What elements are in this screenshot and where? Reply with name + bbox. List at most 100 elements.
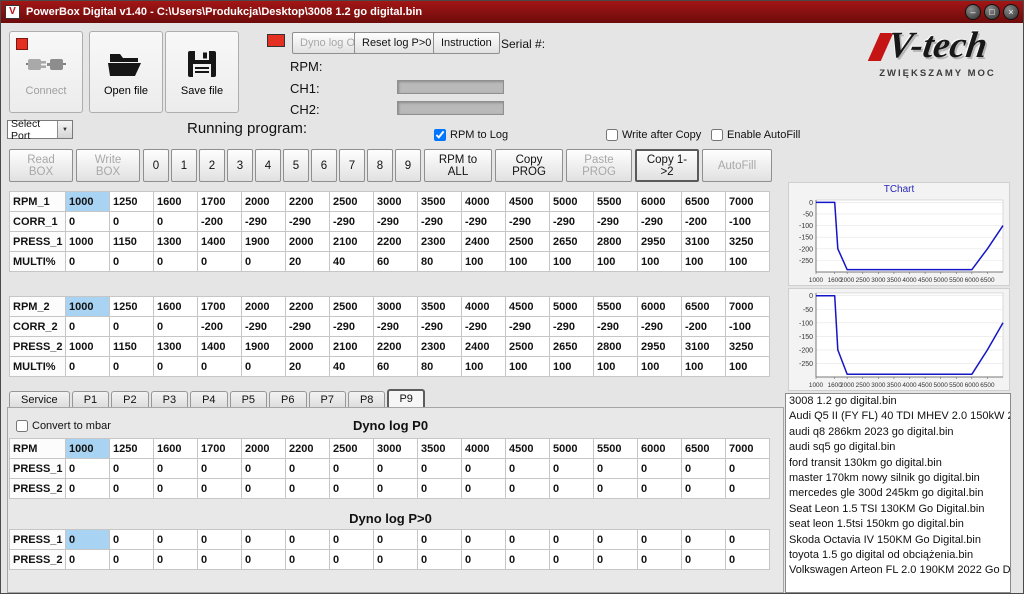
paste-prog-button[interactable]: Paste PROG — [566, 149, 632, 182]
grid-cell[interactable]: 2000 — [242, 439, 286, 459]
grid-cell[interactable]: 5500 — [594, 297, 638, 317]
grid-cell[interactable]: 7000 — [726, 439, 770, 459]
grid-cell[interactable]: 0 — [154, 530, 198, 550]
grid-cell[interactable]: 0 — [638, 530, 682, 550]
grid-cell[interactable]: 0 — [66, 550, 110, 570]
grid-cell[interactable]: 6000 — [638, 192, 682, 212]
grid-cell[interactable]: 2500 — [330, 192, 374, 212]
grid-cell[interactable]: 1250 — [110, 439, 154, 459]
grid-cell[interactable]: 100 — [462, 357, 506, 377]
grid-cell[interactable]: 1300 — [154, 337, 198, 357]
grid-cell[interactable]: 0 — [726, 479, 770, 499]
grid-cell[interactable]: 0 — [550, 550, 594, 570]
grid-cell[interactable]: -290 — [286, 212, 330, 232]
grid-cell[interactable]: 100 — [726, 357, 770, 377]
grid-cell[interactable]: 0 — [550, 459, 594, 479]
file-list-item[interactable]: Skoda Octavia IV 150KM Go Digital.bin — [786, 533, 1010, 548]
grid-cell[interactable]: -290 — [506, 317, 550, 337]
grid-cell[interactable]: 2650 — [550, 232, 594, 252]
grid-cell[interactable]: 1000 — [66, 192, 110, 212]
grid-cell[interactable]: 0 — [198, 357, 242, 377]
grid-cell[interactable]: 0 — [110, 357, 154, 377]
digit-button-0[interactable]: 0 — [143, 149, 169, 182]
grid-cell[interactable]: 2000 — [242, 192, 286, 212]
grid-cell[interactable]: 0 — [66, 459, 110, 479]
grid-cell[interactable]: 2100 — [330, 232, 374, 252]
grid-cell[interactable]: 4500 — [506, 297, 550, 317]
grid-cell[interactable]: 1000 — [66, 439, 110, 459]
grid-cell[interactable]: 0 — [242, 252, 286, 272]
grid-cell[interactable]: 2200 — [286, 192, 330, 212]
copy-1-to-2-button[interactable]: Copy 1->2 — [635, 149, 699, 182]
grid-cell[interactable]: 1250 — [110, 192, 154, 212]
grid-cell[interactable]: 5000 — [550, 192, 594, 212]
grid-cell[interactable]: 20 — [286, 252, 330, 272]
grid-cell[interactable]: -290 — [374, 317, 418, 337]
grid-cell[interactable]: 0 — [726, 459, 770, 479]
grid-cell[interactable]: 2500 — [330, 439, 374, 459]
grid-cell[interactable]: 6500 — [682, 192, 726, 212]
grid-cell[interactable]: 0 — [110, 459, 154, 479]
grid-cell[interactable]: 100 — [682, 357, 726, 377]
write-after-copy-checkbox[interactable] — [606, 129, 618, 141]
grid-cell[interactable]: 40 — [330, 252, 374, 272]
grid-cell[interactable]: 0 — [374, 479, 418, 499]
digit-button-7[interactable]: 7 — [339, 149, 365, 182]
grid-cell[interactable]: 0 — [462, 459, 506, 479]
grid-cell[interactable]: 5500 — [594, 439, 638, 459]
grid-cell[interactable]: -290 — [418, 317, 462, 337]
grid-cell[interactable]: 0 — [286, 530, 330, 550]
grid-cell[interactable]: 100 — [638, 357, 682, 377]
grid-cell[interactable]: 2500 — [506, 232, 550, 252]
digit-button-1[interactable]: 1 — [171, 149, 197, 182]
grid-cell[interactable]: 0 — [286, 459, 330, 479]
grid-cell[interactable]: 2950 — [638, 232, 682, 252]
grid-cell[interactable]: 0 — [66, 530, 110, 550]
tab-p4[interactable]: P4 — [190, 391, 227, 408]
grid-cell[interactable]: 100 — [682, 252, 726, 272]
grid-cell[interactable]: 1150 — [110, 232, 154, 252]
grid-cell[interactable]: 2200 — [374, 232, 418, 252]
grid-cell[interactable]: 1700 — [198, 192, 242, 212]
grid-cell[interactable]: -290 — [462, 317, 506, 337]
grid-cell[interactable]: 3100 — [682, 337, 726, 357]
grid-cell[interactable]: -290 — [506, 212, 550, 232]
read-box-button[interactable]: Read BOX — [9, 149, 73, 182]
file-list[interactable]: 3008 1.2 go digital.binAudi Q5 II (FY FL… — [785, 393, 1011, 593]
tab-p3[interactable]: P3 — [151, 391, 188, 408]
grid-cell[interactable]: 5000 — [550, 297, 594, 317]
grid-cell[interactable]: 0 — [506, 550, 550, 570]
grid-cell[interactable]: 0 — [726, 530, 770, 550]
grid-cell[interactable]: 100 — [550, 357, 594, 377]
grid-cell[interactable]: 1600 — [154, 297, 198, 317]
grid-cell[interactable]: 2800 — [594, 337, 638, 357]
grid-cell[interactable]: 3500 — [418, 439, 462, 459]
tab-p2[interactable]: P2 — [111, 391, 148, 408]
digit-button-8[interactable]: 8 — [367, 149, 393, 182]
grid-cell[interactable]: 4500 — [506, 439, 550, 459]
grid-cell[interactable]: 0 — [550, 479, 594, 499]
connect-button[interactable]: Connect — [9, 31, 83, 113]
grid-cell[interactable]: 3000 — [374, 192, 418, 212]
file-list-item[interactable]: master 170km nowy silnik go digital.bin — [786, 471, 1010, 486]
grid-cell[interactable]: 1900 — [242, 232, 286, 252]
file-list-item[interactable]: audi sq5 go digital.bin — [786, 440, 1010, 455]
grid-cell[interactable]: 0 — [154, 317, 198, 337]
grid-cell[interactable]: 60 — [374, 357, 418, 377]
grid-cell[interactable]: 2000 — [286, 232, 330, 252]
grid-cell[interactable]: 5500 — [594, 192, 638, 212]
grid-cell[interactable]: 2000 — [242, 297, 286, 317]
grid-cell[interactable]: 1700 — [198, 439, 242, 459]
grid-cell[interactable]: 0 — [418, 530, 462, 550]
grid-cell[interactable]: 6000 — [638, 297, 682, 317]
grid-cell[interactable]: 0 — [242, 479, 286, 499]
port-select[interactable]: Select Port ▼ — [7, 120, 73, 139]
grid-cell[interactable]: 0 — [726, 550, 770, 570]
grid-cell[interactable]: 2950 — [638, 337, 682, 357]
grid-cell[interactable]: -290 — [462, 212, 506, 232]
rpm-to-all-button[interactable]: RPM to ALL — [424, 149, 492, 182]
grid-cell[interactable]: 0 — [242, 550, 286, 570]
grid-cell[interactable]: 0 — [198, 550, 242, 570]
grid-cell[interactable]: 0 — [66, 479, 110, 499]
grid-cell[interactable]: 0 — [374, 550, 418, 570]
